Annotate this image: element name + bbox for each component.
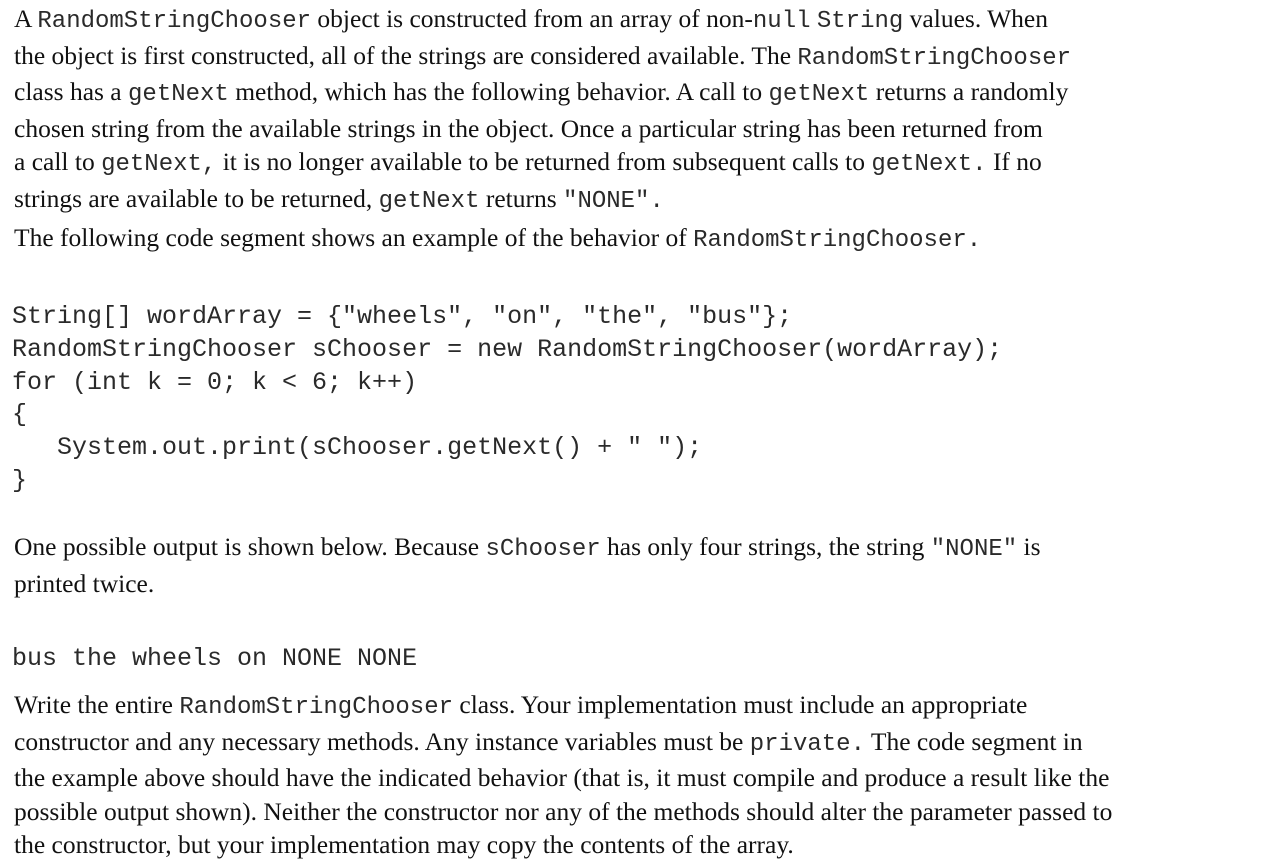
text-line: class has a getNext method, which has th… bbox=[14, 75, 1071, 112]
text-run: class has a bbox=[14, 77, 129, 106]
example-intro-paragraph: The following code segment shows an exam… bbox=[14, 221, 981, 258]
inline-code: "NONE". bbox=[563, 187, 664, 215]
text-run: The following code segment shows an exam… bbox=[14, 223, 694, 252]
text-run: object is constructed from an array of n… bbox=[311, 4, 753, 33]
text-run: Write the entire bbox=[14, 690, 180, 719]
text-run: class. Your implementation must include … bbox=[453, 690, 1028, 719]
text-line: printed twice. bbox=[14, 567, 1041, 601]
code-line: for (int k = 0; k < 6; k++) bbox=[12, 367, 418, 397]
inline-code: getNext bbox=[378, 187, 480, 215]
text-run: The code segment in bbox=[864, 726, 1083, 756]
code-line: String[] wordArray = {"wheels", "on", "t… bbox=[12, 302, 793, 331]
inline-code: "NONE" bbox=[930, 536, 1018, 563]
inline-code: RandomStringChooser. bbox=[693, 227, 982, 254]
sample-output: bus the wheels on NONE NONE bbox=[12, 644, 418, 673]
text-line: the example above should have the indica… bbox=[14, 761, 1112, 795]
inline-code: RandomStringChooser bbox=[179, 694, 454, 721]
text-run: returns bbox=[479, 183, 564, 213]
inline-code: private. bbox=[749, 730, 865, 758]
text-run: is bbox=[1017, 532, 1041, 561]
task-paragraph: Write the entire RandomStringChooser cla… bbox=[14, 688, 1112, 862]
text-run: chosen string from the available strings… bbox=[14, 113, 1043, 143]
text-line: One possible output is shown below. Beca… bbox=[14, 530, 1041, 567]
text-run: has only four strings, the string bbox=[600, 532, 931, 561]
text-line: Write the entire RandomStringChooser cla… bbox=[14, 688, 1112, 725]
inline-code: getNext bbox=[128, 81, 229, 108]
text-run: constructor and any necessary methods. A… bbox=[14, 726, 750, 756]
text-run: a call to bbox=[14, 147, 102, 176]
text-run: possible output shown). Neither the cons… bbox=[14, 796, 1113, 826]
text-run: it is no longer available to be returned… bbox=[216, 147, 872, 176]
text-line: strings are available to be returned, ge… bbox=[14, 182, 1071, 219]
text-run: If no bbox=[986, 147, 1042, 176]
inline-code: getNext. bbox=[871, 151, 987, 178]
text-line: chosen string from the available strings… bbox=[14, 112, 1071, 146]
inline-code: sChooser bbox=[485, 536, 601, 563]
inline-code: RandomStringChooser bbox=[797, 44, 1072, 72]
text-run: One possible output is shown below. Beca… bbox=[14, 532, 486, 561]
text-line: the constructor, but your implementation… bbox=[14, 828, 1112, 862]
text-run: A bbox=[14, 4, 38, 33]
inline-code: getNext, bbox=[101, 151, 217, 178]
text-line: possible output shown). Neither the cons… bbox=[14, 795, 1112, 829]
inline-code: null bbox=[752, 8, 811, 35]
text-run: strings are available to be returned, bbox=[14, 183, 379, 213]
text-line: The following code segment shows an exam… bbox=[14, 221, 981, 258]
inline-code: getNext bbox=[768, 81, 870, 108]
text-run: method, which has the following behavior… bbox=[228, 77, 769, 106]
text-line: constructor and any necessary methods. A… bbox=[14, 725, 1112, 762]
code-line: System.out.print(sChooser.getNext() + " … bbox=[12, 433, 703, 463]
text-run: the example above should have the indica… bbox=[14, 763, 1110, 792]
text-run: the object is first constructed, all of … bbox=[14, 40, 798, 70]
code-line: { bbox=[12, 400, 28, 430]
code-line: RandomStringChooser sChooser = new Rando… bbox=[12, 334, 1003, 364]
intro-paragraph: A RandomStringChooser object is construc… bbox=[14, 2, 1071, 218]
text-run: values. When bbox=[903, 4, 1048, 33]
code-segment: String[] wordArray = {"wheels", "on", "t… bbox=[12, 301, 1002, 498]
code-line: } bbox=[12, 465, 28, 495]
text-run: returns a randomly bbox=[869, 77, 1069, 106]
text-run: printed twice. bbox=[14, 568, 155, 598]
text-line: a call to getNext, it is no longer avail… bbox=[14, 145, 1071, 182]
text-line: the object is first constructed, all of … bbox=[14, 39, 1071, 76]
text-run: the constructor, but your implementation… bbox=[14, 830, 794, 859]
inline-code: String bbox=[816, 8, 904, 35]
output-intro-paragraph: One possible output is shown below. Beca… bbox=[14, 530, 1041, 600]
inline-code: RandomStringChooser bbox=[37, 8, 312, 35]
text-line: A RandomStringChooser object is construc… bbox=[14, 2, 1071, 39]
